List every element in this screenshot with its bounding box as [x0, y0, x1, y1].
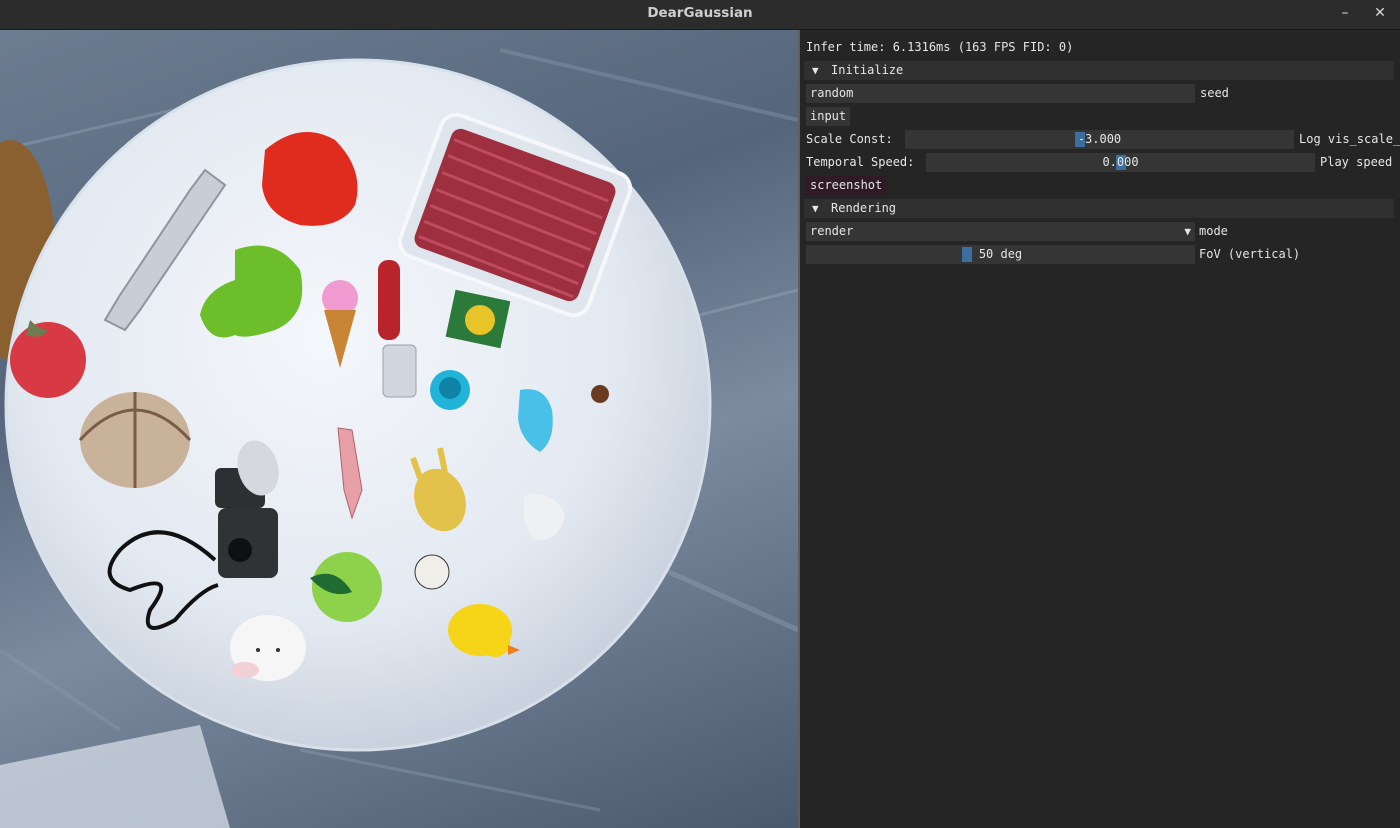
mode-label: mode [1199, 224, 1228, 238]
seed-input[interactable]: random [806, 84, 1195, 103]
render-viewport[interactable] [0, 30, 798, 828]
input-button[interactable]: input [806, 107, 851, 126]
seed-label: seed [1200, 86, 1229, 100]
screenshot-button[interactable]: screenshot [806, 176, 887, 195]
spatula-handle [378, 260, 400, 340]
white-bunny [230, 615, 306, 681]
fov-label: FoV (vertical) [1199, 247, 1301, 261]
window-title: DearGaussian [647, 5, 753, 21]
spatula-head [382, 344, 417, 398]
pumpkin [78, 392, 192, 488]
chevron-down-icon[interactable]: ▼ [1184, 222, 1191, 241]
small-figurine [414, 554, 450, 590]
temporal-speed-value: 0.000 [1102, 155, 1139, 169]
scale-const-slider[interactable]: -3.000 [905, 130, 1294, 149]
title-bar: DearGaussian – ✕ [0, 0, 1400, 30]
mode-select[interactable]: render ▼ [806, 222, 1195, 241]
initialize-header[interactable]: ▼ Initialize [804, 61, 1394, 80]
mode-select-value: render [810, 224, 854, 238]
initialize-header-label: Initialize [831, 63, 904, 77]
play-speed-label: Play speed [1320, 155, 1393, 169]
triangle-down-icon: ▼ [812, 64, 819, 77]
rendering-header[interactable]: ▼ Rendering [804, 199, 1394, 218]
fov-value: 50 deg [978, 247, 1023, 261]
rendering-header-label: Rendering [831, 201, 897, 215]
fov-slider[interactable]: 50 deg [806, 245, 1195, 264]
scale-side-label: Log vis_scale_ [1299, 132, 1400, 146]
minimize-icon[interactable]: – [1333, 4, 1357, 22]
red-apple [10, 322, 86, 398]
close-icon[interactable]: ✕ [1368, 4, 1392, 22]
temporal-speed-label: Temporal Speed: [806, 155, 915, 169]
triangle-down-icon: ▼ [812, 202, 819, 215]
scale-const-label: Scale Const: [806, 132, 893, 146]
temporal-speed-slider[interactable]: 0.000 [926, 153, 1315, 172]
control-panel: Infer time: 6.1316ms (163 FPS FID: 0) ▼ … [800, 30, 1400, 828]
acorn [591, 385, 609, 403]
fov-grab[interactable] [962, 247, 972, 262]
infer-time-text: Infer time: 6.1316ms (163 FPS FID: 0) [806, 40, 1074, 54]
scale-const-value: -3.000 [1077, 132, 1122, 146]
floor-tile [0, 725, 230, 828]
